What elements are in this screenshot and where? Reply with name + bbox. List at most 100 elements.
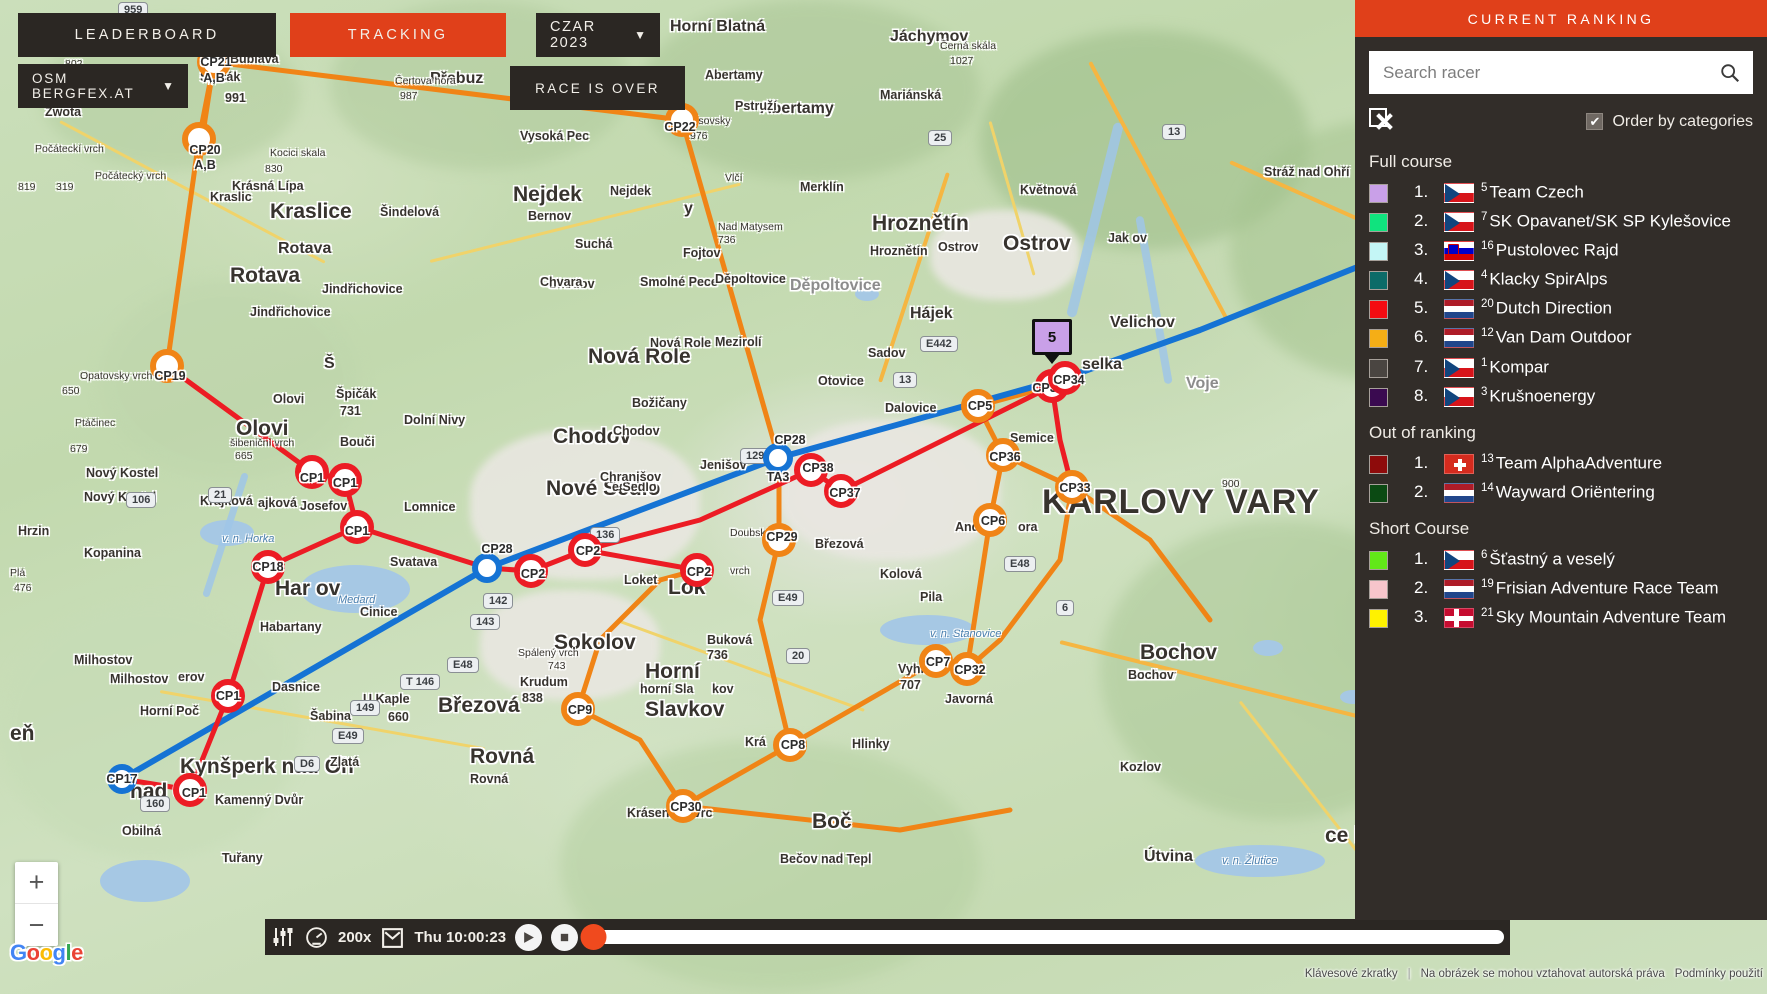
ranking-row[interactable]: 8. 3 Krušnoenergy (1369, 385, 1753, 408)
checkpoint-marker[interactable] (1055, 470, 1089, 504)
racer-color-swatch[interactable] (1369, 184, 1388, 203)
playback-progress-slider[interactable] (580, 924, 1504, 950)
checkpoint-marker[interactable] (824, 474, 858, 508)
speedometer-icon[interactable] (304, 925, 329, 950)
checkpoint-marker[interactable] (568, 533, 602, 567)
racer-color-swatch[interactable] (1369, 387, 1388, 407)
checkpoint-marker[interactable] (107, 764, 137, 794)
panel-controls-row: ✔ Order by categories (1355, 94, 1767, 136)
checkpoint-marker[interactable] (182, 122, 216, 156)
racer-color-swatch[interactable] (1369, 213, 1388, 233)
racer-bib-number: 4 (1481, 269, 1488, 282)
ranking-row[interactable]: 7. 1 Kompar (1369, 356, 1753, 379)
checkpoint-marker[interactable] (680, 553, 714, 587)
map-place-label: Javorná (945, 692, 993, 706)
calendar-icon[interactable] (380, 925, 405, 950)
ranking-row[interactable]: 3. 16 Pustolovec Rajd (1369, 239, 1753, 262)
sliders-icon[interactable] (271, 925, 295, 949)
racer-color-swatch[interactable] (1369, 483, 1388, 503)
checkpoint-marker[interactable] (773, 728, 807, 762)
ranking-row[interactable]: 1. 6 Šťastný a veselý (1369, 548, 1753, 571)
racer-team-name: 3 Krušnoenergy (1481, 385, 1596, 406)
ranking-row[interactable]: 3. 21 Sky Mountain Adventure Team (1369, 606, 1753, 629)
checkpoint-marker[interactable] (961, 389, 995, 423)
racer-color-swatch[interactable] (1369, 300, 1388, 320)
play-button[interactable] (515, 923, 543, 951)
ranking-row[interactable]: 4. 4 Klacky SpirAlps (1369, 268, 1753, 291)
clear-selection-icon[interactable] (1369, 107, 1395, 136)
zoom-in-button[interactable]: + (15, 862, 58, 904)
search-input[interactable] (1369, 62, 1719, 83)
checkpoint-marker[interactable] (514, 554, 548, 588)
checkpoint-marker[interactable] (251, 550, 285, 584)
order-by-categories-toggle[interactable]: ✔ Order by categories (1586, 113, 1753, 131)
ranking-row[interactable]: 2. 14 Wayward Oriëntering (1369, 481, 1753, 504)
search-icon[interactable] (1719, 62, 1753, 84)
map-place-label: Tuřany (222, 851, 263, 865)
checkpoint-marker[interactable] (986, 438, 1020, 472)
map-place-label: 650 (62, 385, 80, 397)
basemap-selector-button[interactable]: OSM BERGFEX.AT ▼ (18, 64, 188, 108)
racer-color-swatch[interactable] (1369, 550, 1388, 570)
checkpoint-marker[interactable] (340, 510, 374, 544)
order-by-categories-checkbox[interactable]: ✔ (1586, 113, 1604, 130)
racer-color-swatch[interactable] (1369, 580, 1388, 600)
google-logo-letter: o (39, 940, 53, 965)
racer-bib-number: 6 (1481, 548, 1488, 561)
keyboard-shortcuts-link[interactable]: Klávesové zkratky (1305, 968, 1398, 980)
ranking-position: 4. (1414, 269, 1429, 289)
racer-color-swatch[interactable] (1369, 242, 1388, 262)
road-shield: 149 (350, 700, 381, 716)
stop-button[interactable] (551, 923, 579, 951)
ranking-row[interactable]: 6. 12 Van Dam Outdoor (1369, 326, 1753, 349)
map-place-label: Fojtov (683, 246, 721, 260)
ranking-row[interactable]: 2. 19 Frisian Adventure Race Team (1369, 577, 1753, 600)
checkpoint-marker[interactable] (328, 463, 362, 497)
map-place-label: Buková (707, 633, 753, 647)
ranking-row[interactable]: 5. 20 Dutch Direction (1369, 297, 1753, 320)
checkpoint-marker[interactable] (150, 349, 184, 383)
racer-marker-bib: 5 (1035, 322, 1069, 352)
checkpoint-marker[interactable] (763, 443, 793, 473)
ranking-list[interactable]: Full course 1. 5 Team Czech 2. 7 SK Opavanet/S… (1355, 136, 1767, 629)
ranking-row[interactable]: 1. 5 Team Czech (1369, 181, 1753, 204)
ranking-row[interactable]: 2. 7 SK Opavanet/SK SP Kylešovice (1369, 210, 1753, 233)
racer-color-swatch[interactable] (1369, 609, 1388, 629)
racer-color-swatch[interactable] (1369, 329, 1388, 349)
checkpoint-marker[interactable] (173, 773, 207, 807)
ranking-group-title: Short Course (1369, 518, 1470, 538)
tracking-button[interactable]: TRACKING (290, 13, 506, 57)
racer-color-swatch[interactable] (1369, 454, 1388, 474)
checkpoint-marker[interactable] (950, 652, 984, 686)
racer-marker[interactable]: 5 (1032, 319, 1072, 364)
checkpoint-marker[interactable] (973, 503, 1007, 537)
ranking-row[interactable]: 1. 13 Team AlphaAdventure (1369, 452, 1753, 475)
playback-bar[interactable]: 200x Thu 10:00:23 (265, 919, 1510, 955)
lake (880, 615, 975, 645)
map-place-label: Chodov (548, 277, 595, 291)
map-place-label: Hrzin (18, 524, 50, 538)
checkpoint-marker[interactable] (211, 679, 245, 713)
country-flag-icon (1444, 270, 1474, 291)
racer-team-name: 14 Wayward Oriëntering (1481, 481, 1655, 502)
map-place-label: 319 (56, 181, 74, 193)
playback-speed-label[interactable]: 200x (338, 929, 371, 946)
checkpoint-marker[interactable] (561, 692, 595, 726)
checkpoint-marker[interactable] (794, 453, 828, 487)
leaderboard-button[interactable]: LEADERBOARD (18, 13, 276, 57)
checkpoint-marker[interactable] (472, 553, 502, 583)
checkpoint-marker[interactable] (666, 789, 700, 823)
search-box[interactable] (1369, 51, 1753, 94)
map-place-label: 736 (718, 234, 736, 246)
playback-progress-handle[interactable] (580, 924, 607, 950)
racer-color-swatch[interactable] (1369, 271, 1388, 291)
checkpoint-marker[interactable] (762, 523, 796, 557)
checkpoint-marker[interactable] (295, 455, 329, 489)
checkpoint-marker[interactable] (1048, 361, 1082, 395)
event-selector-button[interactable]: CZAR 2023 ▼ (536, 13, 660, 57)
terms-link[interactable]: Podmínky použití (1675, 968, 1763, 980)
checkpoint-marker[interactable] (919, 644, 953, 678)
zoom-controls[interactable]: + − (15, 862, 58, 946)
racer-color-swatch[interactable] (1369, 358, 1388, 378)
racer-bib-number: 13 (1481, 452, 1494, 465)
